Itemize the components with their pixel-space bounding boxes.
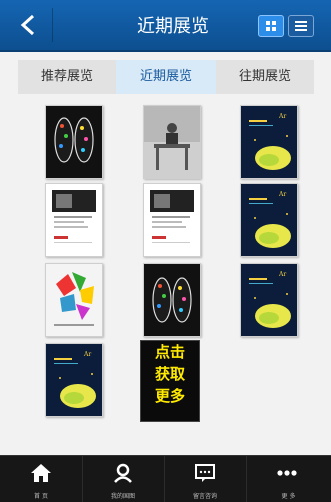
- promo-line: 点击: [154, 343, 185, 361]
- exhibition-thumbnail[interactable]: Ar: [240, 183, 298, 257]
- promo-line: 获取: [154, 365, 185, 383]
- exhibition-thumbnail[interactable]: [143, 183, 201, 257]
- svg-text:Ar: Ar: [278, 271, 286, 278]
- exhibition-thumbnail[interactable]: [45, 183, 103, 257]
- nav-label: 留言咨询: [192, 493, 217, 500]
- svg-text:Ar: Ar: [278, 191, 286, 198]
- poster-night-flowers-image: Ar: [241, 264, 297, 336]
- nav-label: 更 多: [281, 493, 296, 500]
- promo-line: 更多: [154, 387, 185, 405]
- poster-footprints-image: [46, 106, 102, 178]
- nav-label: 首 页: [34, 493, 48, 500]
- grid-view-button[interactable]: [258, 15, 284, 37]
- tab-past[interactable]: 往期展览: [216, 60, 314, 94]
- poster-night-flowers-image: Ar: [46, 344, 102, 416]
- poster-man-at-desk-image: [144, 106, 200, 178]
- nav-label: 我的国图: [110, 493, 135, 500]
- user-icon: [114, 463, 132, 483]
- chevron-left-icon: [20, 14, 35, 36]
- tab-bar: 推荐展览 近期展览 往期展览: [18, 60, 314, 94]
- poster-night-flowers-image: Ar: [241, 184, 297, 256]
- nav-more[interactable]: 更 多: [246, 456, 331, 502]
- tab-recommended[interactable]: 推荐展览: [18, 60, 116, 94]
- nav-message[interactable]: 留言咨询: [164, 456, 247, 502]
- svg-text:Ar: Ar: [278, 113, 286, 120]
- more-icon: [277, 470, 297, 476]
- svg-text:Ar: Ar: [83, 351, 91, 358]
- poster-kites-image: [46, 264, 102, 336]
- header-bar: 近期展览: [0, 0, 331, 52]
- exhibition-thumbnail[interactable]: [45, 263, 103, 337]
- nav-home[interactable]: 首 页: [0, 456, 83, 502]
- more-promo-button[interactable]: 点击 获取 更多: [140, 340, 200, 422]
- exhibition-thumbnail[interactable]: [143, 263, 201, 337]
- exhibition-thumbnail[interactable]: [45, 105, 103, 179]
- tab-recent[interactable]: 近期展览: [116, 60, 216, 94]
- grid-view-icon: [266, 21, 276, 31]
- exhibition-thumbnail[interactable]: Ar: [45, 343, 103, 417]
- poster-night-flowers-image: Ar: [241, 106, 297, 178]
- bottom-nav: 首 页 我的国图 留言咨询 更 多: [0, 455, 331, 502]
- poster-footprints-image: [144, 264, 200, 336]
- list-view-button[interactable]: [288, 15, 314, 37]
- exhibition-thumbnail[interactable]: Ar: [240, 105, 298, 179]
- page-title: 近期展览: [137, 16, 209, 37]
- poster-document-image: [144, 184, 200, 256]
- nav-my-library[interactable]: 我的国图: [82, 456, 165, 502]
- poster-document-image: [46, 184, 102, 256]
- exhibition-thumbnail[interactable]: [143, 105, 201, 179]
- home-icon: [31, 464, 51, 482]
- message-icon: [195, 464, 215, 482]
- list-view-icon: [295, 21, 307, 31]
- back-button[interactable]: [8, 8, 53, 42]
- exhibition-thumbnail[interactable]: Ar: [240, 263, 298, 337]
